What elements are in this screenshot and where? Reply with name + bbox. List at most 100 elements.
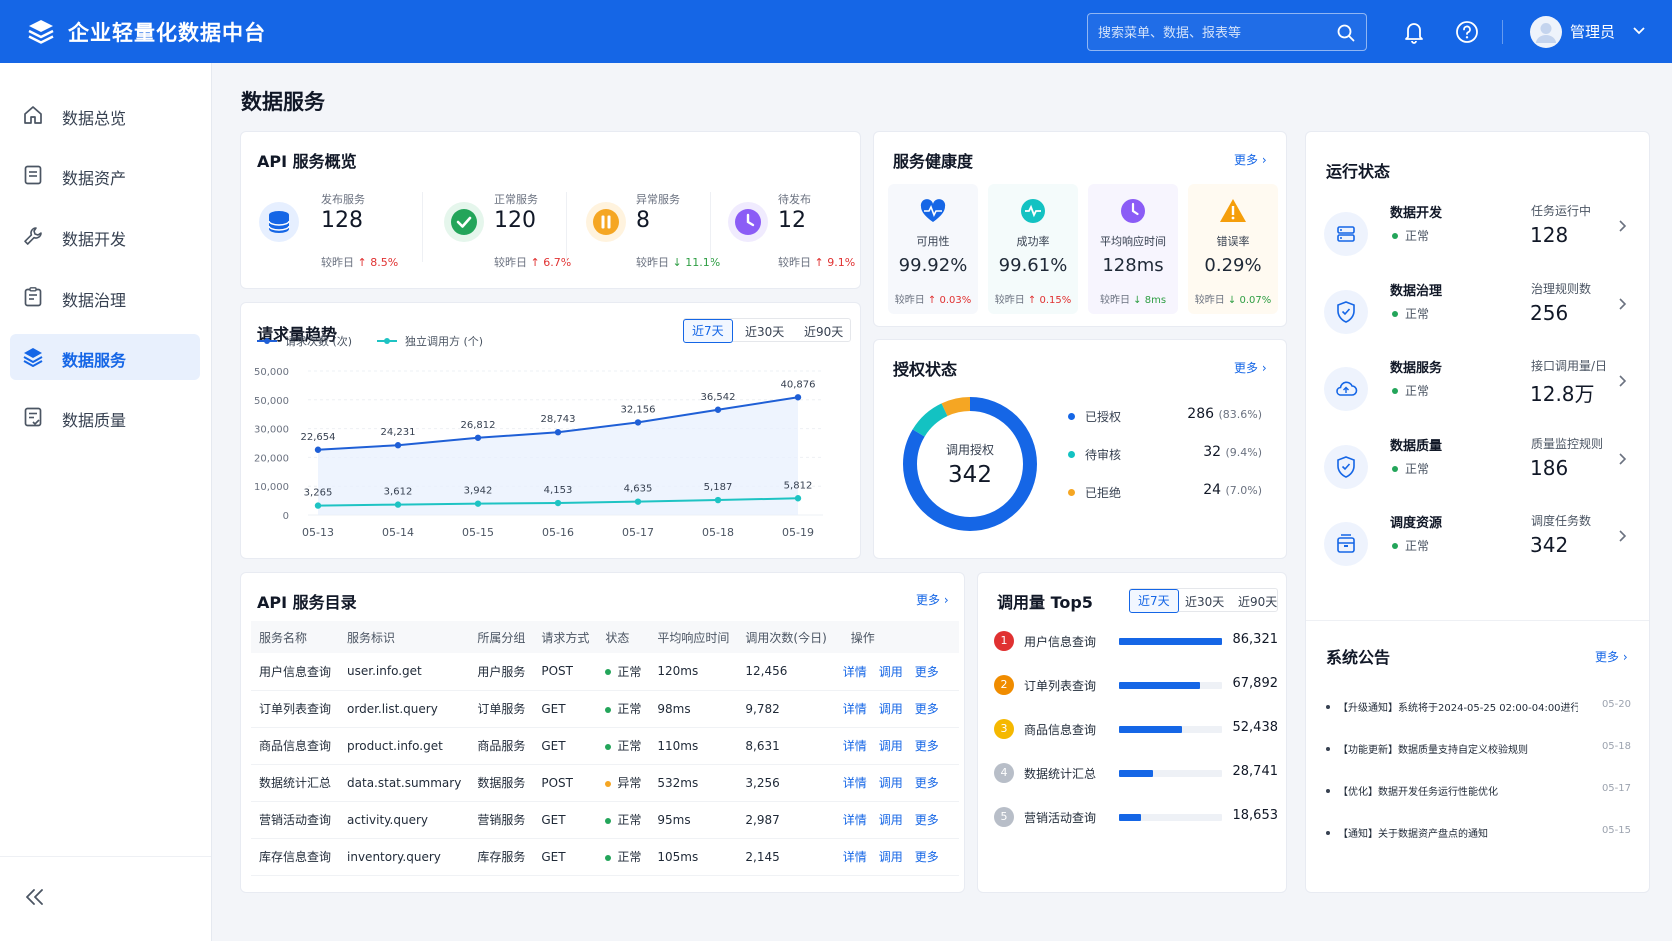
pulse-icon xyxy=(1021,199,1045,223)
notice-item[interactable]: 【通知】关于数据资产盘点的通知 05-15 xyxy=(1326,825,1631,845)
data-point[interactable] xyxy=(474,434,482,441)
chevron-right-icon[interactable] xyxy=(1618,528,1628,542)
database-icon xyxy=(268,211,290,233)
chevron-down-icon[interactable] xyxy=(1632,26,1646,36)
more-link[interactable]: 更多 › xyxy=(1595,648,1628,665)
data-point[interactable] xyxy=(314,446,322,453)
data-label: 4,635 xyxy=(624,484,653,495)
data-point[interactable] xyxy=(554,499,562,507)
data-point[interactable] xyxy=(554,429,562,436)
more-link[interactable]: 更多 › xyxy=(1234,359,1267,376)
tab-90d[interactable]: 近90天 xyxy=(1238,593,1277,610)
search-icon[interactable] xyxy=(1336,23,1356,43)
data-point[interactable] xyxy=(714,406,722,413)
search-input[interactable] xyxy=(1098,22,1318,44)
more-link[interactable]: 更多 xyxy=(915,739,939,753)
invoke-link[interactable]: 调用 xyxy=(879,739,903,753)
detail-link[interactable]: 详情 xyxy=(843,739,867,753)
runtime-metric-label: 治理规则数 xyxy=(1531,281,1592,296)
detail-link[interactable]: 详情 xyxy=(843,813,867,827)
more-link[interactable]: 更多 xyxy=(915,813,939,827)
cell-response-time: 110ms xyxy=(649,727,738,765)
search-box[interactable] xyxy=(1087,13,1367,51)
runtime-item[interactable]: 数据服务 正常 接口调用量/日 12.8万 xyxy=(1306,353,1649,423)
invoke-link[interactable]: 调用 xyxy=(879,850,903,864)
invoke-link[interactable]: 调用 xyxy=(879,813,903,827)
bar[interactable] xyxy=(1119,814,1142,821)
more-link[interactable]: 更多 xyxy=(915,665,939,679)
notice-item[interactable]: 【升级通知】系统将于2024-05-25 02:00-04:00进行... 05-… xyxy=(1326,699,1631,719)
user-name[interactable]: 管理员 xyxy=(1570,21,1615,42)
notice-item[interactable]: 【优化】数据开发任务运行性能优化 05-17 xyxy=(1326,783,1631,803)
collapse-sidebar-icon[interactable] xyxy=(24,887,46,907)
runtime-icon-bg xyxy=(1324,289,1368,334)
more-link[interactable]: 更多 › xyxy=(1234,151,1267,168)
runtime-item[interactable]: 数据质量 正常 质量监控规则 186 xyxy=(1306,431,1649,501)
invoke-link[interactable]: 调用 xyxy=(879,702,903,716)
sidebar-item-quality[interactable]: 数据质量 xyxy=(10,394,200,440)
data-label: 5,812 xyxy=(784,480,813,491)
sidebar-item-governance[interactable]: 数据治理 xyxy=(10,274,200,320)
table-row[interactable]: 数据统计汇总 data.stat.summary 数据服务 POST 异常 532ms 3,… xyxy=(251,764,959,802)
data-point[interactable] xyxy=(634,419,642,426)
bar-label: 数据统计汇总 xyxy=(1024,767,1097,781)
api-catalog-card: API 服务目录 更多 › 服务名称 服务标识 所属分组 请求方式 状态 平均响… xyxy=(240,572,965,893)
sidebar-item-assets[interactable]: 数据资产 xyxy=(10,152,200,198)
bell-icon[interactable] xyxy=(1403,20,1425,44)
table-row[interactable]: 库存信息查询 inventory.query 库存服务 GET 正常 105ms 2,145… xyxy=(251,838,959,876)
cell-calls: 8,631 xyxy=(737,727,835,765)
data-point[interactable] xyxy=(794,394,802,401)
data-point[interactable] xyxy=(394,501,402,508)
data-point[interactable] xyxy=(474,500,482,507)
detail-link[interactable]: 详情 xyxy=(843,850,867,864)
data-point[interactable] xyxy=(714,496,722,504)
runtime-item[interactable]: 数据治理 正常 治理规则数 256 xyxy=(1306,276,1649,346)
x-tick-label: 05-16 xyxy=(542,526,574,539)
help-icon[interactable] xyxy=(1455,20,1479,44)
data-point[interactable] xyxy=(634,498,642,505)
invoke-link[interactable]: 调用 xyxy=(879,776,903,790)
x-tick-label: 05-19 xyxy=(782,526,814,539)
chevron-right-icon[interactable] xyxy=(1618,451,1628,465)
table-row[interactable]: 用户信息查询 user.info.get 用户服务 POST 正常 120ms 12,456… xyxy=(251,653,959,691)
bar-value: 18,653 xyxy=(1232,808,1279,823)
detail-link[interactable]: 详情 xyxy=(843,776,867,790)
runtime-item[interactable]: 调度资源 正常 调度任务数 342 xyxy=(1306,508,1649,578)
sidebar: 数据总览 数据资产 数据开发 数据治理 数据服务 数据质量 xyxy=(0,63,212,941)
chevron-right-icon[interactable] xyxy=(1618,373,1628,387)
data-point[interactable] xyxy=(794,495,802,502)
sidebar-item-services[interactable]: 数据服务 xyxy=(10,334,200,380)
detail-link[interactable]: 详情 xyxy=(843,702,867,716)
tab-7d[interactable]: 近7天 xyxy=(1129,589,1179,613)
bar[interactable] xyxy=(1119,726,1182,733)
data-point[interactable] xyxy=(394,442,402,449)
data-point[interactable] xyxy=(314,502,322,509)
cell-name: 营销活动查询 xyxy=(251,801,340,839)
table-row[interactable]: 营销活动查询 activity.query 营销服务 GET 正常 95ms 2,987 详情… xyxy=(251,801,959,839)
tab-30d[interactable]: 近30天 xyxy=(1185,593,1224,610)
bar[interactable] xyxy=(1119,770,1154,777)
chevron-right-icon[interactable] xyxy=(1618,296,1628,310)
table-row[interactable]: 订单列表查询 order.list.query 订单服务 GET 正常 98ms 9,782… xyxy=(251,690,959,728)
runtime-item[interactable]: 数据开发 正常 任务运行中 128 xyxy=(1306,198,1649,268)
detail-link[interactable]: 详情 xyxy=(843,665,867,679)
avatar[interactable] xyxy=(1530,16,1562,48)
more-link[interactable]: 更多 xyxy=(915,702,939,716)
more-link[interactable]: 更多 › xyxy=(916,591,949,608)
cell-calls: 3,256 xyxy=(737,764,835,802)
bar[interactable] xyxy=(1119,682,1200,689)
table-row[interactable]: 商品信息查询 product.info.get 商品服务 GET 正常 110ms 8,63… xyxy=(251,727,959,765)
notice-item[interactable]: 【功能更新】数据质量支持自定义校验规则 05-18 xyxy=(1326,741,1631,761)
more-link[interactable]: 更多 xyxy=(915,776,939,790)
card-title: API 服务概览 xyxy=(257,152,357,171)
cell-group: 库存服务 xyxy=(469,838,534,876)
notice-text: 【优化】数据开发任务运行性能优化 xyxy=(1338,787,1498,798)
stat-value: 8 xyxy=(636,208,650,233)
invoke-link[interactable]: 调用 xyxy=(879,665,903,679)
chevron-right-icon[interactable] xyxy=(1618,218,1628,232)
more-link[interactable]: 更多 xyxy=(915,850,939,864)
sidebar-item-label: 数据开发 xyxy=(62,230,127,249)
cloud-icon xyxy=(1336,381,1358,396)
sidebar-item-development[interactable]: 数据开发 xyxy=(10,213,200,259)
sidebar-item-overview[interactable]: 数据总览 xyxy=(10,92,200,138)
